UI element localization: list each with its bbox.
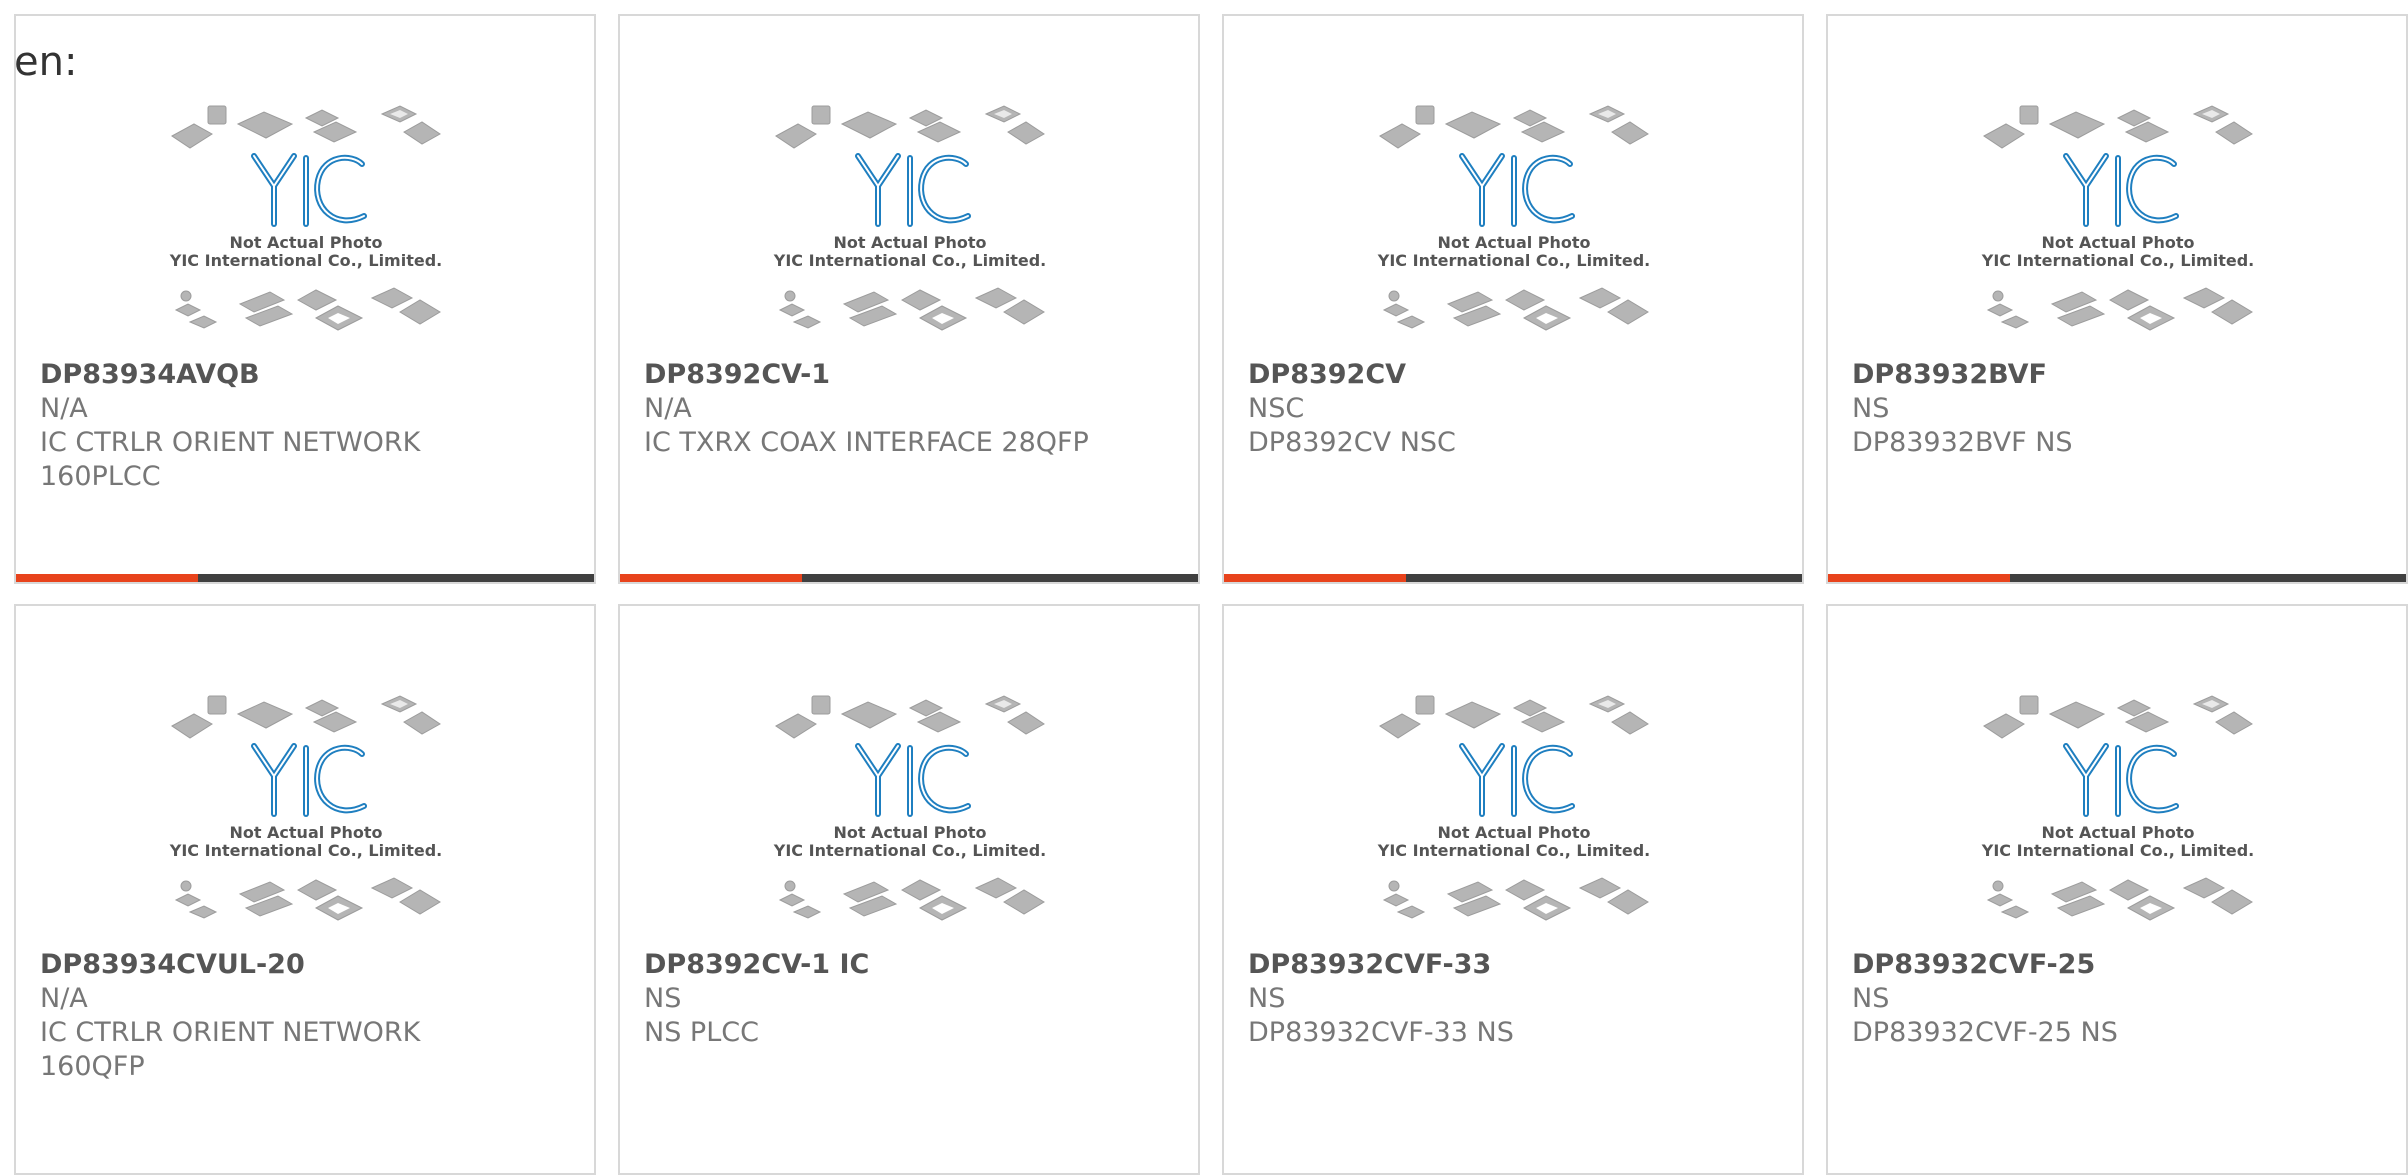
- yic-logo-icon: [251, 153, 367, 227]
- product-card[interactable]: Not Actual Photo YIC International Co., …: [1826, 14, 2408, 584]
- product-description: IC TXRX COAX INTERFACE 28QFP: [644, 427, 1089, 458]
- svg-text:Not Actual Photo: Not Actual Photo: [229, 233, 382, 252]
- product-part-number[interactable]: DP83934CVUL-20: [40, 948, 574, 982]
- product-placeholder-image[interactable]: Not Actual Photo YIC International Co., …: [1374, 686, 1654, 936]
- page-prefix-text: en:: [14, 39, 78, 85]
- product-card[interactable]: Not Actual Photo YIC International Co., …: [14, 14, 596, 584]
- product-card[interactable]: Not Actual Photo YIC International Co., …: [618, 604, 1200, 1175]
- svg-text:Not Actual Photo: Not Actual Photo: [1437, 823, 1590, 842]
- svg-text:Not Actual Photo: Not Actual Photo: [2041, 233, 2194, 252]
- product-description-line2: 160PLCC: [40, 461, 161, 492]
- product-card[interactable]: Not Actual Photo YIC International Co., …: [618, 14, 1200, 584]
- svg-text:Not Actual Photo: Not Actual Photo: [229, 823, 382, 842]
- svg-text:YIC International Co., Limited: YIC International Co., Limited.: [1981, 841, 2254, 860]
- card-bar-accent: [1224, 574, 1406, 582]
- product-placeholder-image[interactable]: Not Actual Photo YIC International Co., …: [1374, 96, 1654, 346]
- product-card[interactable]: Not Actual Photo YIC International Co., …: [1222, 604, 1804, 1175]
- product-placeholder-image[interactable]: Not Actual Photo YIC International Co., …: [166, 96, 446, 346]
- product-manufacturer: NS: [1248, 983, 1286, 1014]
- product-placeholder-image[interactable]: Not Actual Photo YIC International Co., …: [770, 96, 1050, 346]
- product-placeholder-image[interactable]: Not Actual Photo YIC International Co., …: [770, 686, 1050, 936]
- svg-text:Not Actual Photo: Not Actual Photo: [833, 823, 986, 842]
- svg-text:YIC International Co., Limited: YIC International Co., Limited.: [169, 841, 442, 860]
- svg-text:YIC International Co., Limited: YIC International Co., Limited.: [773, 251, 1046, 270]
- svg-text:Not Actual Photo: Not Actual Photo: [833, 233, 986, 252]
- card-bottom-bar: [1828, 574, 2406, 582]
- product-card[interactable]: Not Actual Photo YIC International Co., …: [14, 604, 596, 1175]
- product-part-number[interactable]: DP83934AVQB: [40, 358, 574, 392]
- svg-text:YIC International Co., Limited: YIC International Co., Limited.: [1981, 251, 2254, 270]
- product-manufacturer: N/A: [40, 393, 88, 424]
- product-placeholder-image[interactable]: Not Actual Photo YIC International Co., …: [166, 686, 446, 936]
- svg-text:YIC International Co., Limited: YIC International Co., Limited.: [1377, 251, 1650, 270]
- product-description: DP83932CVF-25 NS: [1852, 1017, 2118, 1048]
- yic-logo-icon: [2063, 153, 2179, 227]
- product-description: IC CTRLR ORIENT NETWORK: [40, 427, 421, 458]
- product-manufacturer: NS: [1852, 983, 1890, 1014]
- product-description: DP83932BVF NS: [1852, 427, 2073, 458]
- svg-text:YIC International Co., Limited: YIC International Co., Limited.: [773, 841, 1046, 860]
- product-manufacturer: NS: [644, 983, 682, 1014]
- card-bottom-bar: [1224, 574, 1802, 582]
- yic-logo-icon: [855, 153, 971, 227]
- product-placeholder-image[interactable]: Not Actual Photo YIC International Co., …: [1978, 686, 2258, 936]
- yic-logo-icon: [1459, 743, 1575, 817]
- product-part-number[interactable]: DP83932CVF-33: [1248, 948, 1782, 982]
- product-description: NS PLCC: [644, 1017, 759, 1048]
- product-placeholder-image[interactable]: Not Actual Photo YIC International Co., …: [1978, 96, 2258, 346]
- product-description: DP83932CVF-33 NS: [1248, 1017, 1514, 1048]
- yic-logo-icon: [1459, 153, 1575, 227]
- card-bar-accent: [1828, 574, 2010, 582]
- product-manufacturer: N/A: [40, 983, 88, 1014]
- product-part-number[interactable]: DP83932CVF-25: [1852, 948, 2386, 982]
- product-part-number[interactable]: DP8392CV: [1248, 358, 1782, 392]
- product-part-number[interactable]: DP83932BVF: [1852, 358, 2386, 392]
- svg-text:YIC International Co., Limited: YIC International Co., Limited.: [1377, 841, 1650, 860]
- product-card[interactable]: Not Actual Photo YIC International Co., …: [1826, 604, 2408, 1175]
- svg-text:Not Actual Photo: Not Actual Photo: [2041, 823, 2194, 842]
- card-bar-accent: [16, 574, 198, 582]
- product-manufacturer: N/A: [644, 393, 692, 424]
- product-part-number[interactable]: DP8392CV-1: [644, 358, 1178, 392]
- product-description: IC CTRLR ORIENT NETWORK: [40, 1017, 421, 1048]
- yic-logo-icon: [855, 743, 971, 817]
- product-description: DP8392CV NSC: [1248, 427, 1456, 458]
- yic-logo-icon: [2063, 743, 2179, 817]
- svg-text:Not Actual Photo: Not Actual Photo: [1437, 233, 1590, 252]
- card-bottom-bar: [620, 574, 1198, 582]
- product-manufacturer: NS: [1852, 393, 1890, 424]
- svg-text:YIC International Co., Limited: YIC International Co., Limited.: [169, 251, 442, 270]
- yic-logo-icon: [251, 743, 367, 817]
- product-description-line2: 160QFP: [40, 1051, 145, 1082]
- product-card[interactable]: Not Actual Photo YIC International Co., …: [1222, 14, 1804, 584]
- card-bar-accent: [620, 574, 802, 582]
- card-bottom-bar: [16, 574, 594, 582]
- product-part-number[interactable]: DP8392CV-1 IC: [644, 948, 1178, 982]
- product-manufacturer: NSC: [1248, 393, 1305, 424]
